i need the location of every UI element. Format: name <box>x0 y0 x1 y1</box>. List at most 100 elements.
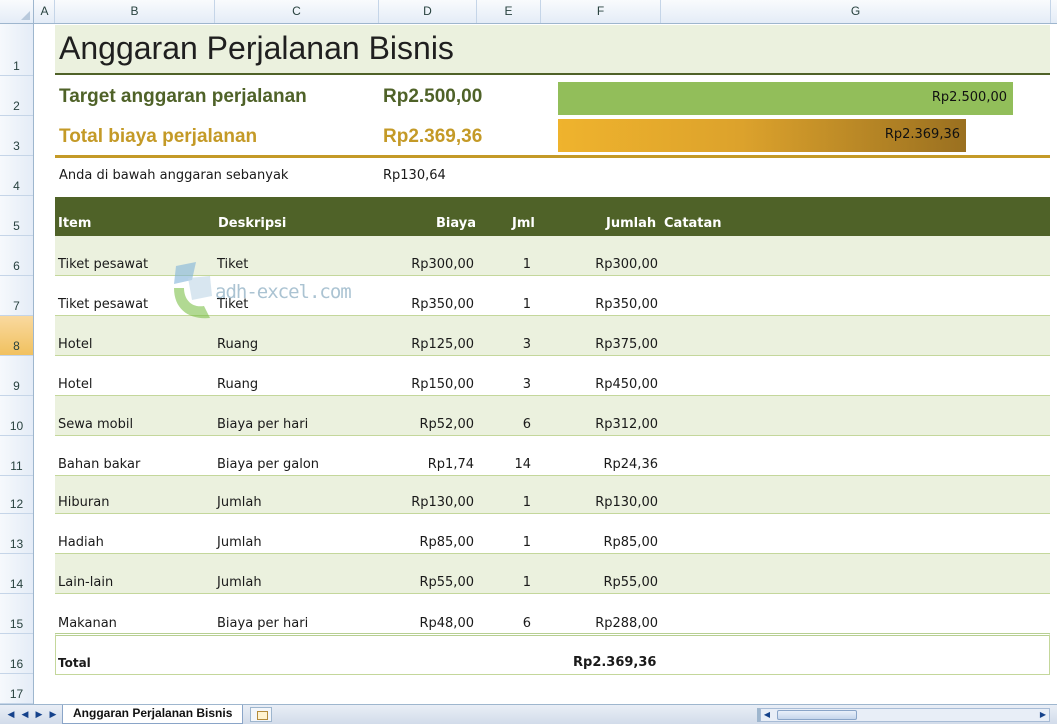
cell-item[interactable]: Lain-lain <box>58 575 113 590</box>
sheet-tab-active[interactable]: Anggaran Perjalanan Bisnis <box>62 705 244 724</box>
row-header-7[interactable]: 7 <box>0 276 33 316</box>
cell-description[interactable]: Ruang <box>217 377 258 392</box>
cell-cost[interactable]: Rp350,00 <box>411 297 474 312</box>
cell-item[interactable]: Tiket pesawat <box>58 297 148 312</box>
cell-quantity[interactable]: 1 <box>523 495 531 510</box>
row-header-5[interactable]: 5 <box>0 196 33 236</box>
row-header-15[interactable]: 15 <box>0 594 33 634</box>
page-title[interactable]: Anggaran Perjalanan Bisnis <box>59 30 454 67</box>
table-row[interactable]: Bahan bakar Biaya per galon Rp1,74 14 Rp… <box>55 436 1050 476</box>
row-header-1[interactable]: 1 <box>0 24 33 76</box>
cell-item[interactable]: Hotel <box>58 377 92 392</box>
cell-description[interactable]: Tiket <box>217 257 248 272</box>
cell-description[interactable]: Biaya per galon <box>217 457 319 472</box>
header-description[interactable]: Deskripsi <box>218 216 286 231</box>
scroll-right-icon[interactable]: ▶ <box>1037 709 1049 721</box>
total-amount[interactable]: Rp2.369,36 <box>573 655 656 670</box>
row-header-14[interactable]: 14 <box>0 554 33 594</box>
row-header-3[interactable]: 3 <box>0 116 33 156</box>
cell-item[interactable]: Makanan <box>58 616 117 631</box>
cell-cost[interactable]: Rp48,00 <box>419 616 474 631</box>
cell-item[interactable]: Hadiah <box>58 535 104 550</box>
column-header-c[interactable]: C <box>215 0 379 23</box>
next-sheet-icon[interactable]: ▶ <box>34 709 44 721</box>
cell-amount[interactable]: Rp375,00 <box>595 337 658 352</box>
row-header-4[interactable]: 4 <box>0 156 33 196</box>
horizontal-scrollbar[interactable]: ◀ ▶ <box>760 708 1050 722</box>
scroll-thumb[interactable] <box>777 710 857 720</box>
target-budget-value[interactable]: Rp2.500,00 <box>383 86 482 108</box>
total-cost-value[interactable]: Rp2.369,36 <box>383 126 482 148</box>
cell-amount[interactable]: Rp288,00 <box>595 616 658 631</box>
cell-amount[interactable]: Rp85,00 <box>603 535 658 550</box>
cell-item[interactable]: Sewa mobil <box>58 417 133 432</box>
insert-sheet-icon[interactable] <box>250 707 272 722</box>
row-header-2[interactable]: 2 <box>0 76 33 116</box>
cell-item[interactable]: Hiburan <box>58 495 109 510</box>
cell-amount[interactable]: Rp24,36 <box>603 457 658 472</box>
total-cost-label[interactable]: Total biaya perjalanan <box>59 126 257 148</box>
column-header-a[interactable]: A <box>35 0 55 23</box>
row-header-17[interactable]: 17 <box>0 674 33 704</box>
cell-cost[interactable]: Rp300,00 <box>411 257 474 272</box>
cell-item[interactable]: Bahan bakar <box>58 457 140 472</box>
column-header-e[interactable]: E <box>477 0 541 23</box>
row-header-10[interactable]: 10 <box>0 396 33 436</box>
cell-amount[interactable]: Rp130,00 <box>595 495 658 510</box>
cell-cost[interactable]: Rp55,00 <box>419 575 474 590</box>
cell-item[interactable]: Tiket pesawat <box>58 257 148 272</box>
cell-quantity[interactable]: 1 <box>523 257 531 272</box>
cell-cost[interactable]: Rp85,00 <box>419 535 474 550</box>
row-header-8[interactable]: 8 <box>0 316 33 356</box>
cell-quantity[interactable]: 14 <box>514 457 531 472</box>
table-row[interactable]: Makanan Biaya per hari Rp48,00 6 Rp288,0… <box>55 594 1050 634</box>
cell-cost[interactable]: Rp150,00 <box>411 377 474 392</box>
cell-amount[interactable]: Rp300,00 <box>595 257 658 272</box>
cell-quantity[interactable]: 6 <box>523 417 531 432</box>
row-header-11[interactable]: 11 <box>0 436 33 476</box>
header-item[interactable]: Item <box>58 216 91 231</box>
cell-description[interactable]: Jumlah <box>217 495 262 510</box>
select-all-corner[interactable] <box>0 0 34 23</box>
column-header-d[interactable]: D <box>379 0 477 23</box>
column-header-f[interactable]: F <box>541 0 661 23</box>
table-row[interactable]: Hiburan Jumlah Rp130,00 1 Rp130,00 <box>55 476 1050 514</box>
table-total-row[interactable] <box>55 633 1050 675</box>
header-quantity[interactable]: Jml <box>512 216 535 231</box>
cell-quantity[interactable]: 1 <box>523 575 531 590</box>
scroll-left-icon[interactable]: ◀ <box>761 709 773 721</box>
column-header-g[interactable]: G <box>661 0 1051 23</box>
last-sheet-icon[interactable]: ▶ <box>48 709 58 721</box>
table-row[interactable]: Lain-lain Jumlah Rp55,00 1 Rp55,00 <box>55 554 1050 594</box>
cell-cost[interactable]: Rp1,74 <box>428 457 474 472</box>
table-row[interactable]: Hotel Ruang Rp150,00 3 Rp450,00 <box>55 356 1050 396</box>
header-notes[interactable]: Catatan <box>664 216 722 231</box>
cell-amount[interactable]: Rp350,00 <box>595 297 658 312</box>
total-cost-bar[interactable]: Rp2.369,36 <box>558 119 966 152</box>
row-header-12[interactable]: 12 <box>0 476 33 514</box>
row-header-13[interactable]: 13 <box>0 514 33 554</box>
prev-sheet-icon[interactable]: ◀ <box>20 709 30 721</box>
row-header-9[interactable]: 9 <box>0 356 33 396</box>
cell-quantity[interactable]: 6 <box>523 616 531 631</box>
cell-description[interactable]: Ruang <box>217 337 258 352</box>
cell-quantity[interactable]: 1 <box>523 297 531 312</box>
cell-amount[interactable]: Rp450,00 <box>595 377 658 392</box>
cell-amount[interactable]: Rp55,00 <box>603 575 658 590</box>
cell-description[interactable]: Jumlah <box>217 535 262 550</box>
cell-cost[interactable]: Rp52,00 <box>419 417 474 432</box>
cell-description[interactable]: Biaya per hari <box>217 616 308 631</box>
cell-quantity[interactable]: 3 <box>523 337 531 352</box>
cell-description[interactable]: Jumlah <box>217 575 262 590</box>
cell-description[interactable]: Biaya per hari <box>217 417 308 432</box>
cell-quantity[interactable]: 1 <box>523 535 531 550</box>
cell-item[interactable]: Hotel <box>58 337 92 352</box>
cell-amount[interactable]: Rp312,00 <box>595 417 658 432</box>
table-row[interactable]: Hadiah Jumlah Rp85,00 1 Rp85,00 <box>55 514 1050 554</box>
total-label[interactable]: Total <box>58 656 91 670</box>
cell-quantity[interactable]: 3 <box>523 377 531 392</box>
header-amount[interactable]: Jumlah <box>606 216 656 231</box>
table-row[interactable]: Sewa mobil Biaya per hari Rp52,00 6 Rp31… <box>55 396 1050 436</box>
column-header-b[interactable]: B <box>55 0 215 23</box>
target-budget-bar[interactable]: Rp2.500,00 <box>558 82 1013 115</box>
